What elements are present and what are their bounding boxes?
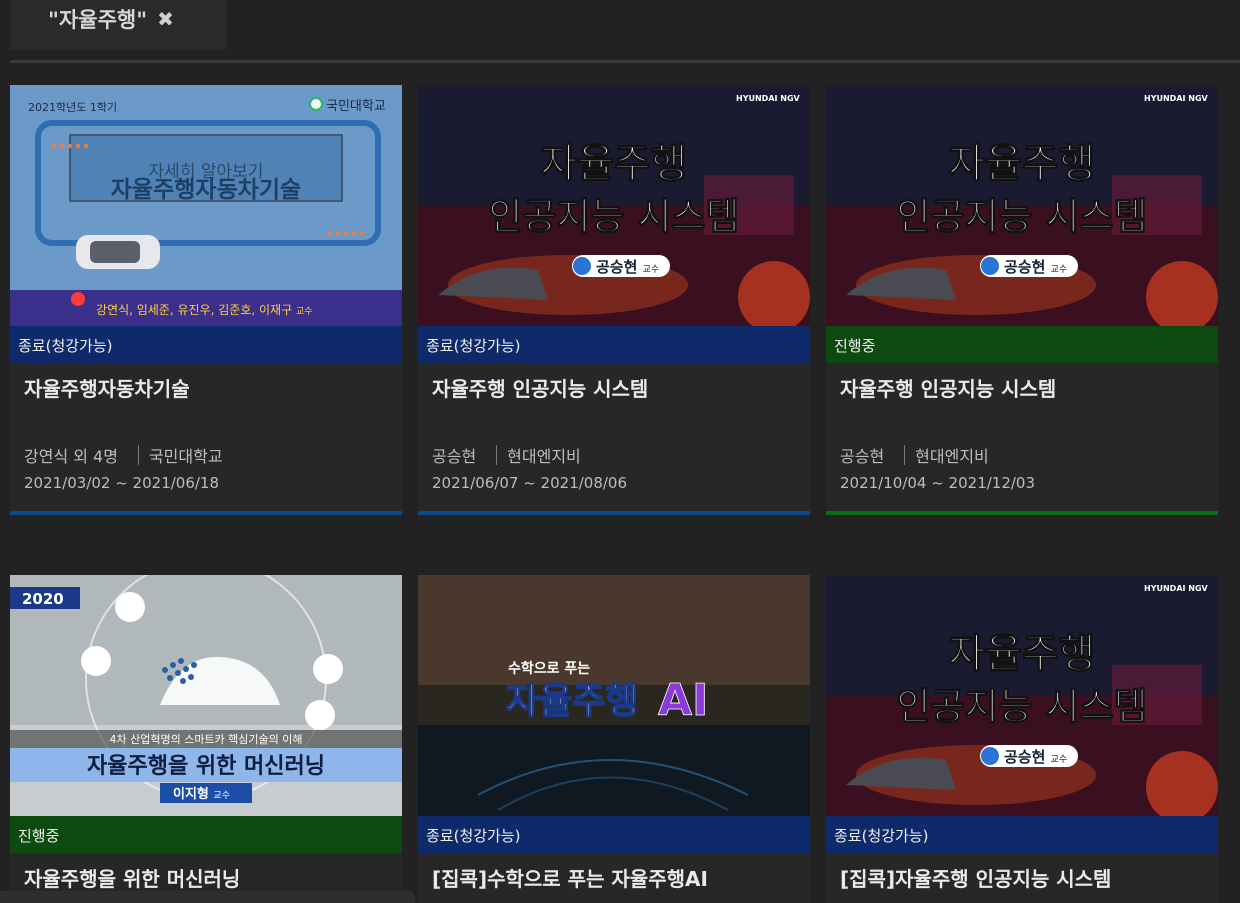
filter-tab: "자율주행" ✖ [10,0,226,50]
course-title[interactable]: 자율주행 인공지능 시스템 [432,373,648,402]
course-title[interactable]: 자율주행 인공지능 시스템 [840,373,1056,402]
thumb-subtitle: 4차 산업혁명의 스마트카 핵심기술의 이해 [109,732,302,746]
course-meta: 강연식 외 4명 국민대학교 [24,443,223,467]
thumb-brand: HYUNDAI NGV [1144,94,1209,103]
course-thumbnail[interactable]: HYUNDAI NGV 자율주행 인공지능 시스템 공승현 교수 [826,85,1218,326]
organization: 현대엔지비 [915,447,989,466]
course-meta: 공승현 현대엔지비 [432,443,581,467]
thumb-prof: 공승현 [1004,258,1045,276]
course-meta: 공승현 현대엔지비 [840,443,989,467]
thumb-brand: HYUNDAI NGV [736,94,801,103]
course-thumbnail[interactable]: 2021학년도 1학기 국민대학교 자세히 알아보기 자율주행자동차기술 강연식… [10,85,402,326]
thumb-line1: 자율주행 [948,141,1095,187]
organization: 현대엔지비 [507,447,581,466]
thumb-year: 2020 [22,590,64,608]
thumb-prof: 이지형 [173,786,209,802]
thumb-line1: 자율주행 [540,141,687,187]
search-filter-chip[interactable]: "자율주행" ✖ [48,4,174,34]
status-badge: 진행중 [826,326,1218,363]
card-accent-line [826,511,1218,515]
card-accent-line [10,511,402,515]
course-title[interactable]: 자율주행자동차기술 [24,373,190,402]
thumb-line1: 자율주행 [948,631,1095,677]
meta-separator [904,445,906,465]
thumb-prof-suffix: 교수 [643,264,660,275]
thumb-prof-suffix: 교수 [1051,754,1068,765]
course-card[interactable]: HYUNDAI NGV 자율주행 인공지능 시스템 공승현 교수 종료(청강가능… [826,575,1218,903]
status-badge: 종료(청강가능) [826,816,1218,853]
instructor: 공승현 [432,447,477,466]
course-card[interactable]: 2021학년도 1학기 국민대학교 자세히 알아보기 자율주행자동차기술 강연식… [10,85,402,515]
course-thumbnail[interactable]: HYUNDAI NGV 자율주행 인공지능 시스템 공승현 교수 [418,85,810,326]
course-card[interactable]: HYUNDAI NGV 자율주행 인공지능 시스템 공승현 교수 진행중 자율주… [826,85,1218,515]
status-badge: 종료(청강가능) [418,816,810,853]
instructor: 강연식 외 4명 [24,447,118,466]
thumb-names: 강연식, 임세준, 유진우, 김준호, 이재구 [96,303,292,317]
thumb-small: 수학으로 푸는 [508,661,590,677]
course-thumbnail[interactable]: 수학으로 푸는 자율주행 AI [418,575,810,816]
meta-separator [137,445,139,465]
course-title[interactable]: 자율주행을 위한 머신러닝 [24,863,240,892]
thumb-big: 자율주행 [506,681,638,722]
thumb-semester: 2021학년도 1학기 [28,101,117,114]
course-title[interactable]: [집콕]수학으로 푸는 자율주행AI [432,863,708,892]
thumb-brand: HYUNDAI NGV [1144,584,1209,593]
meta-separator [496,445,498,465]
filter-label: "자율주행" [48,8,148,32]
thumb-school: 국민대학교 [326,99,386,114]
svg-text:강연식, 임세준, 유진우, 김준호, 이재구: 강연식, 임세준, 유진우, 김준호, 이재구 교수 [96,303,313,317]
thumb-prof: 공승현 [1004,748,1045,766]
close-icon[interactable]: ✖ [157,7,174,31]
thumb-main: 자율주행을 위한 머신러닝 [87,754,325,779]
organization: 국민대학교 [148,447,223,466]
course-thumbnail[interactable]: 2020 4차 산업혁명의 스마트카 핵심기술의 이해 자율주행을 위한 머신러… [10,575,402,816]
thumb-line2: 인공지능 시스템 [896,195,1147,238]
thumb-prof: 공승현 [596,258,637,276]
thumb-names-suffix: 교수 [296,306,313,317]
card-accent-line [418,511,810,515]
divider [10,60,1240,63]
status-badge: 종료(청강가능) [418,326,810,363]
course-thumbnail[interactable]: HYUNDAI NGV 자율주행 인공지능 시스템 공승현 교수 [826,575,1218,816]
course-card[interactable]: 수학으로 푸는 자율주행 AI 종료(청강가능) [집콕]수학으로 푸는 자율주… [418,575,810,903]
course-title[interactable]: [집콕]자율주행 인공지능 시스템 [840,863,1111,892]
course-card[interactable]: HYUNDAI NGV 자율주행 인공지능 시스템 공승현 교수 종료(청강가능… [418,85,810,515]
course-dates: 2021/03/02 ~ 2021/06/18 [24,474,220,492]
status-tooltip [0,891,415,903]
thumb-prof-suffix: 교수 [1051,264,1068,275]
course-dates: 2021/06/07 ~ 2021/08/06 [432,474,628,492]
status-badge: 진행중 [10,816,402,853]
thumb-line2: 인공지능 시스템 [488,195,739,238]
instructor: 공승현 [840,447,885,466]
course-card[interactable]: 2020 4차 산업혁명의 스마트카 핵심기술의 이해 자율주행을 위한 머신러… [10,575,402,903]
course-dates: 2021/10/04 ~ 2021/12/03 [840,474,1036,492]
status-badge: 종료(청강가능) [10,326,402,363]
thumb-line2: 인공지능 시스템 [896,685,1147,728]
thumb-ai: AI [658,675,708,726]
thumb-prof-suffix: 교수 [213,790,230,801]
thumb-overlay-big: 자율주행자동차기술 [111,177,301,203]
